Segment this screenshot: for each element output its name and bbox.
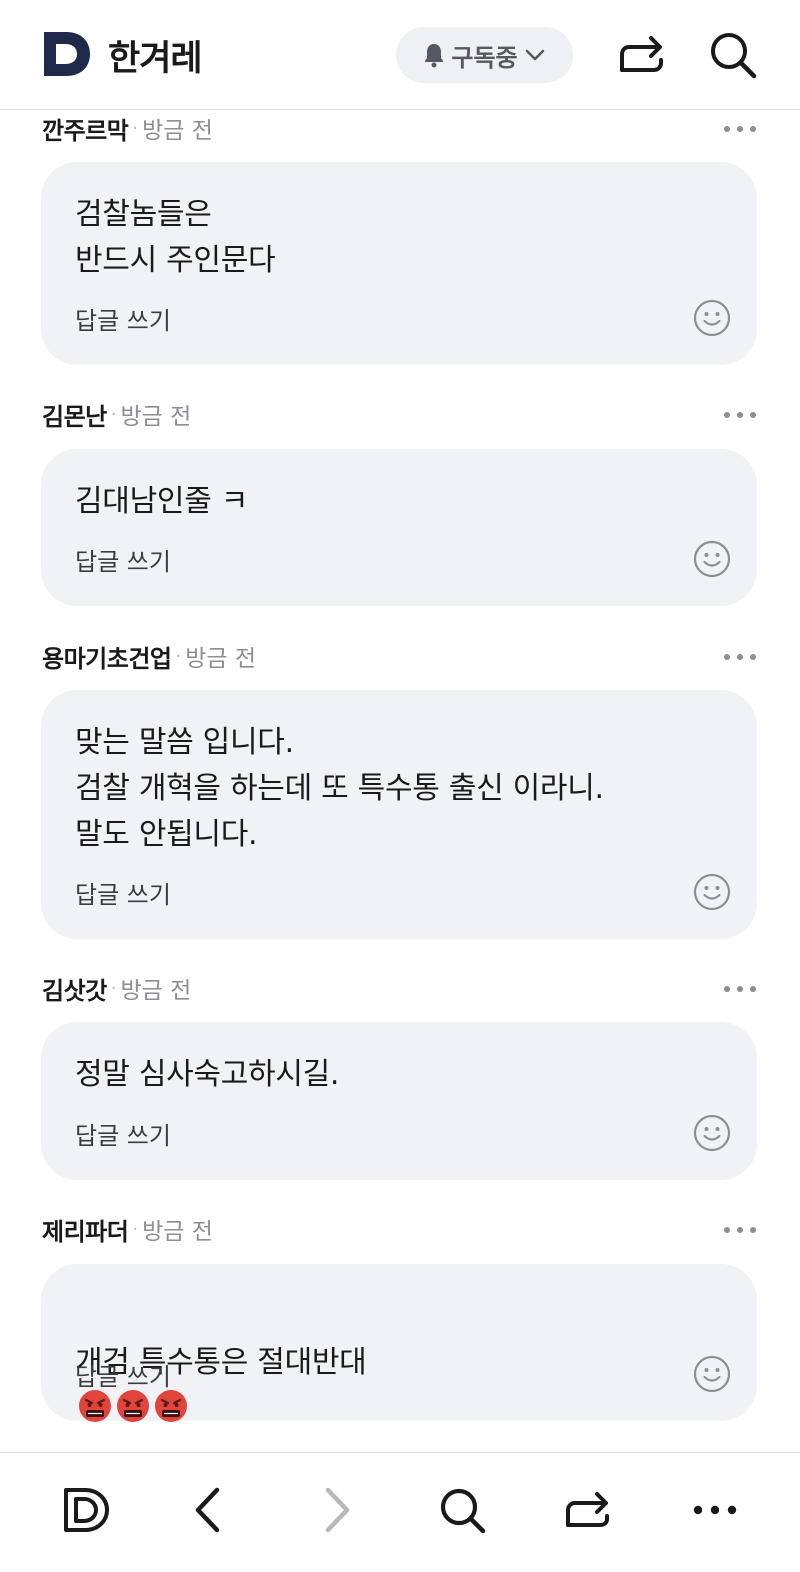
separator-dot: · [175,645,182,667]
reply-button[interactable]: 답글 쓰기 [75,301,171,336]
angry-face-icon [117,1390,149,1422]
top-header: 한겨레 구독중 [0,0,800,110]
comment-text: 김대남인줄 ㅋ [75,484,249,519]
comment-author[interactable]: 김몬난 [42,397,107,432]
comment-text: 정말 심사숙고하시길. [75,1057,340,1092]
separator-dot: · [110,403,117,425]
comment-bubble: 김대남인줄 ㅋ 답글 쓰기 [41,449,757,606]
comment-meta: 김삿갓 · 방금 전 [42,971,191,1005]
comment-bubble: 정말 심사숙고하시길. 답글 쓰기 [41,1022,757,1180]
comment-time: 방금 전 [120,978,192,1004]
comment-text: 검찰놈들은 반드시 주인문다 [75,197,276,278]
comment-body: 개검 특수통은 절대반대 [75,1294,727,1432]
share-icon[interactable] [563,1485,613,1535]
forward-icon[interactable] [311,1485,361,1535]
reply-button[interactable]: 답글 쓰기 [75,875,171,910]
reply-button[interactable]: 답글 쓰기 [75,542,171,577]
comment-meta: 용마기초건업 · 방금 전 [42,639,256,673]
comment-time: 방금 전 [142,118,213,144]
comment-time: 방금 전 [142,1219,213,1245]
comment-author[interactable]: 제리파더 [42,1212,129,1247]
comment-author[interactable]: 용마기초건업 [42,639,172,674]
share-icon[interactable] [617,30,667,80]
comment-author[interactable]: 깐주르막 [42,111,129,146]
subscribe-button[interactable]: 구독중 [396,27,573,83]
bottom-navigation [0,1452,800,1572]
subscribe-label: 구독중 [451,43,518,72]
search-icon[interactable] [708,30,758,80]
reply-button[interactable]: 답글 쓰기 [75,1116,171,1151]
more-icon[interactable] [690,1485,740,1535]
smiley-icon[interactable] [693,873,731,911]
smiley-icon[interactable] [693,1114,731,1152]
angry-face-icon [155,1390,187,1422]
smiley-icon[interactable] [693,540,731,578]
bell-icon [425,44,444,68]
search-icon[interactable] [437,1485,487,1535]
separator-dot: · [132,117,139,139]
d-logo-icon[interactable] [61,1485,111,1535]
comment-meta: 깐주르막 · 방금 전 [42,111,213,145]
back-icon[interactable] [184,1485,234,1535]
smiley-icon[interactable] [693,1355,731,1393]
comment-time: 방금 전 [185,646,257,672]
more-icon[interactable] [722,979,758,999]
comment-bubble: 검찰놈들은 반드시 주인문다 답글 쓰기 [41,162,757,365]
chevron-down-icon [525,49,544,61]
comment-bubble: 개검 특수통은 절대반대 답글 쓰기 [41,1264,757,1422]
more-icon[interactable] [722,405,758,425]
smiley-icon[interactable] [693,299,731,337]
separator-dot: · [132,1218,139,1240]
comment-meta: 제리파더 · 방금 전 [42,1212,213,1246]
comment-time: 방금 전 [120,404,192,430]
brand-name[interactable]: 한겨레 [108,30,203,81]
hankyoreh-logo-icon[interactable] [42,29,92,79]
more-icon[interactable] [722,1220,758,1240]
more-icon[interactable] [722,119,758,139]
comment-bubble: 맞는 말씀 입니다. 검찰 개혁을 하는데 또 특수통 출신 이라니. 말도 안… [41,690,757,939]
comment-meta: 김몬난 · 방금 전 [42,397,191,431]
more-icon[interactable] [722,647,758,667]
comment-author[interactable]: 김삿갓 [42,971,107,1006]
reply-button[interactable]: 답글 쓰기 [75,1357,171,1392]
separator-dot: · [110,977,117,999]
comment-text: 맞는 말씀 입니다. 검찰 개혁을 하는데 또 특수통 출신 이라니. 말도 안… [75,725,604,852]
angry-face-icon [79,1390,111,1422]
